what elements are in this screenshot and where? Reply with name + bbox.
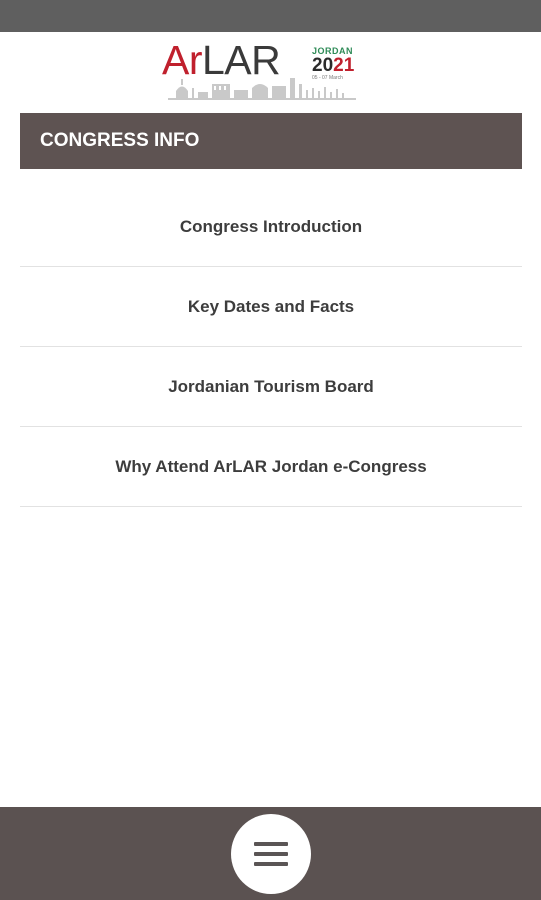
logo-year: 2021 <box>312 56 362 75</box>
menu-item-tourism-board[interactable]: Jordanian Tourism Board <box>20 347 522 427</box>
menu-button[interactable] <box>231 814 311 894</box>
section-header: CONGRESS INFO <box>20 113 522 169</box>
menu-item-label: Why Attend ArLAR Jordan e-Congress <box>115 456 427 476</box>
section-title: CONGRESS INFO <box>40 130 200 151</box>
congress-info-menu: Congress Introduction Key Dates and Fact… <box>20 187 522 507</box>
menu-item-label: Key Dates and Facts <box>187 296 355 316</box>
hamburger-icon <box>254 836 288 872</box>
logo-brand-ar: Ar <box>162 37 203 83</box>
menu-item-label: Congress Introduction <box>179 216 363 236</box>
bottom-bar <box>0 807 541 900</box>
logo-year-part2: 21 <box>333 55 355 76</box>
menu-item-why-attend[interactable]: Why Attend ArLAR Jordan e-Congress <box>20 427 522 507</box>
menu-item-congress-introduction[interactable]: Congress Introduction <box>20 187 522 267</box>
status-bar <box>0 0 541 32</box>
logo-brand-lar: LAR <box>202 37 281 83</box>
logo-wordmark: ArLAR <box>162 37 281 83</box>
logo-year-part1: 20 <box>312 55 334 76</box>
arlar-logo: ArLAR JORDAN 2021 05 - 07 March <box>162 38 362 108</box>
menu-item-label: Jordanian Tourism Board <box>168 376 374 396</box>
app-header: ArLAR JORDAN 2021 05 - 07 March <box>0 32 541 110</box>
menu-item-key-dates[interactable]: Key Dates and Facts <box>20 267 522 347</box>
logo-dates: 05 - 07 March <box>312 75 343 81</box>
logo-event-info: JORDAN 2021 05 - 07 March <box>312 46 362 82</box>
